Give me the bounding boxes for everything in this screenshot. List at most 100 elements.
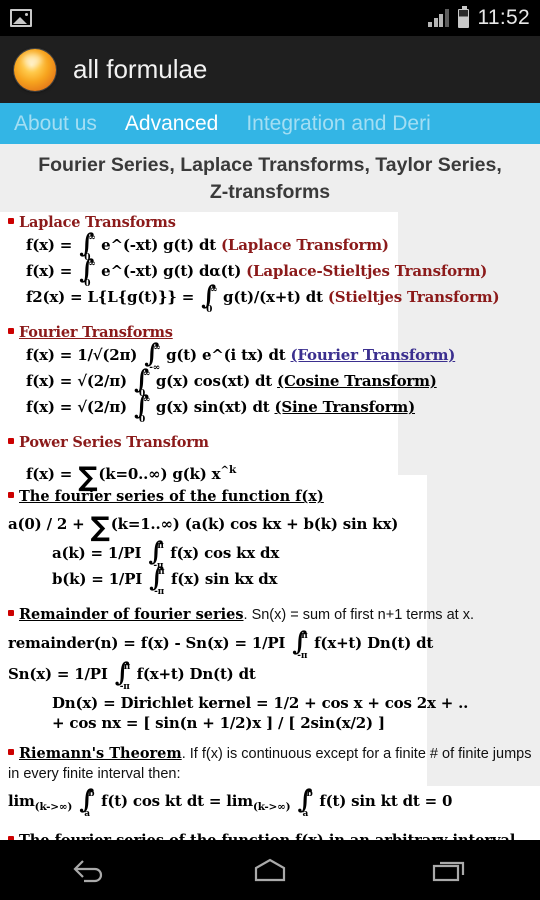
home-icon	[254, 858, 286, 882]
equation-body: f(t) sin kt dt = 0	[319, 792, 453, 810]
back-button[interactable]	[45, 846, 135, 894]
limit-subscript: (k->∞)	[34, 801, 73, 813]
equation-row: f(x) = 1/√(2π) ∫ ∞ -∞ g(t) e^(i tx) dt (Fo…	[8, 341, 532, 373]
bullet-icon	[8, 610, 14, 616]
integral-icon: ∫ π -π	[292, 627, 308, 661]
equation-body: e^(-xt) g(t) dα(t)	[101, 262, 242, 280]
integral-icon: ∫ b a	[79, 785, 95, 819]
kernel-line-2: nx = [ sin(n + 1/2)x ] / [ 2sin(x/2) ]	[101, 714, 385, 732]
status-bar-clock: 11:52	[477, 6, 530, 29]
section-fourier-series-of-fx: The fourier series of the function f(x) …	[0, 486, 540, 597]
equation-body: f(x+t) Dn(t) dt	[136, 665, 256, 683]
battery-icon	[457, 5, 469, 28]
section-fourier-transforms: Fourier Transforms f(x) = 1/√(2π) ∫ ∞ -∞ g…	[0, 322, 540, 425]
integral-icon: ∫ ∞ 0	[133, 391, 151, 425]
equation-row: f(x) = ∫ ∞ 0 e^(-xt) g(t) dα(t) (Laplace-S…	[8, 257, 532, 289]
equation-link[interactable]: (Fourier Transform)	[291, 346, 456, 364]
tab-advanced[interactable]: Advanced	[111, 103, 232, 144]
app-logo-icon[interactable]	[14, 48, 56, 91]
heading-text[interactable]: Riemann's Theorem	[19, 745, 182, 762]
integral-icon: ∫ π -π	[149, 563, 165, 597]
equation-lhs: f(x) = √(2/π)	[26, 398, 127, 416]
equation-row: f(x) = √(2/π) ∫ ∞ 0 g(x) cos(xt) dt (Cosin…	[8, 367, 532, 399]
equation-lhs: f(x) =	[26, 262, 73, 280]
heading-text: Power Series Transform	[19, 434, 209, 451]
heading-text[interactable]: The fourier series of the function f(x)	[19, 488, 324, 505]
app-title: all formulae	[73, 54, 208, 84]
signal-bars-icon	[428, 9, 449, 27]
integral-icon: ∫ b a	[297, 785, 313, 819]
section-fourier-series-arbitrary-interval: The fourier series of the function f(x) …	[0, 830, 540, 840]
section-riemanns-theorem: Riemann's Theorem. If f(x) is continuous…	[0, 744, 540, 819]
equation-row: f(x) = ∑(k=0..∞) g(k) x^k	[26, 462, 237, 493]
equation-note: (Stieltjes Transform)	[327, 288, 500, 306]
equation-body: g(x) sin(xt) dt	[155, 398, 270, 416]
heading-text[interactable]: The fourier series of the function f(x) …	[19, 832, 520, 840]
equation-lhs: b(k) = 1/PI	[52, 570, 143, 588]
equation-row: remainder(n) = f(x) - Sn(x) = 1/PI ∫ π -π …	[8, 627, 532, 661]
equation-row: f(x) = √(2/π) ∫ ∞ 0 g(x) sin(xt) dt (Sine …	[8, 391, 532, 425]
heading-text: Laplace Transforms	[19, 214, 176, 231]
section-laplace-transforms: Laplace Transforms f(x) = ∫ ∞ 0 e^(-xt) g(…	[0, 212, 540, 315]
status-bar-right: 11:52	[428, 5, 530, 30]
recents-icon	[432, 861, 465, 882]
navigation-bar	[0, 840, 540, 900]
equation-lhs: f(x) =	[26, 236, 73, 254]
back-icon	[73, 860, 103, 883]
equation-link[interactable]: (Sine Transform)	[275, 398, 416, 416]
equation-body: f(x) cos kx dx	[170, 544, 280, 562]
section-heading: Riemann's Theorem. If f(x) is continuous…	[8, 744, 532, 784]
section-heading: The fourier series of the function f(x)	[8, 486, 532, 507]
equation-note: (Laplace Transform)	[221, 236, 389, 254]
equation-row: a(0) / 2 + ∑(k=1..∞) (a(k) cos kx + b(k)…	[8, 512, 399, 543]
equation-lhs: f(x) = 1/√(2π)	[26, 346, 138, 364]
home-button[interactable]	[225, 846, 315, 894]
equation-body: e^(-xt) g(t) dt	[101, 236, 216, 254]
equation-row: b(k) = 1/PI ∫ π -π f(x) sin kx dx	[8, 563, 532, 597]
phone-screen: 11:52 all formulae About us Advanced Int…	[0, 0, 540, 900]
equation-note: (Laplace-Stieltjes Transform)	[246, 262, 488, 280]
heading-trailing-text: . Sn(x) = sum of first n+1 terms at x.	[243, 607, 474, 623]
tab-about-us[interactable]: About us	[0, 103, 111, 144]
status-bar-left	[10, 9, 32, 27]
equation-lhs: Sn(x) = 1/PI	[8, 665, 108, 683]
page-title: Fourier Series, Laplace Transforms, Tayl…	[38, 154, 502, 203]
equation-link[interactable]: (Cosine Transform)	[277, 372, 437, 390]
limit-subscript: (k->∞)	[252, 801, 291, 813]
equation-lhs: a(k) = 1/PI	[52, 544, 142, 562]
section-heading: Remainder of fourier series. Sn(x) = sum…	[8, 604, 532, 626]
equation-body: g(t)/(x+t) dt	[223, 288, 323, 306]
bullet-icon	[8, 492, 14, 498]
tab-integration-and-derivatives[interactable]: Integration and Deri	[232, 103, 444, 144]
equation-lhs: f(x) =	[26, 465, 73, 483]
equation-body: f(t) cos kt dt = lim	[101, 792, 253, 810]
formula-content[interactable]: Laplace Transforms f(x) = ∫ ∞ 0 e^(-xt) g(…	[0, 212, 540, 840]
sigma-args: (k=1..∞)	[110, 515, 180, 533]
heading-text[interactable]: Remainder of fourier series	[19, 606, 244, 623]
bullet-icon	[8, 218, 14, 224]
equation-row: lim(k->∞) ∫ b a f(t) cos kt dt = lim(k->∞)…	[8, 785, 532, 819]
equation-body: (a(k) cos kx + b(k) sin kx)	[184, 515, 399, 533]
tab-bar[interactable]: About us Advanced Integration and Deri	[0, 103, 540, 144]
section-power-series-transform: Power Series Transform f(x) = ∑(k=0..∞) …	[0, 432, 540, 493]
image-icon	[10, 9, 32, 27]
integral-icon: ∫ ∞ 0	[201, 281, 218, 315]
dirichlet-kernel-definition: Dn(x) = Dirichlet kernel = 1/2 + cos x +…	[8, 693, 532, 733]
section-remainder-of-fourier-series: Remainder of fourier series. Sn(x) = sum…	[0, 604, 540, 733]
equation-body: g(x) cos(xt) dt	[155, 372, 273, 390]
equation-row: a(k) = 1/PI ∫ π -π f(x) cos kx dx	[8, 539, 532, 571]
recents-button[interactable]	[405, 846, 495, 894]
bullet-icon	[8, 438, 14, 444]
equation-lhs: f2(x) = L{L{g(t)}} =	[26, 288, 195, 306]
integral-icon: ∫ π -π	[114, 658, 131, 692]
equation-lhs: remainder(n) = f(x) - Sn(x) = 1/PI	[8, 634, 286, 652]
section-heading: Fourier Transforms	[8, 322, 532, 343]
sigma-args: (k=0..∞)	[98, 465, 168, 483]
equation-body: g(k) x	[172, 465, 221, 483]
bullet-icon	[8, 328, 14, 334]
